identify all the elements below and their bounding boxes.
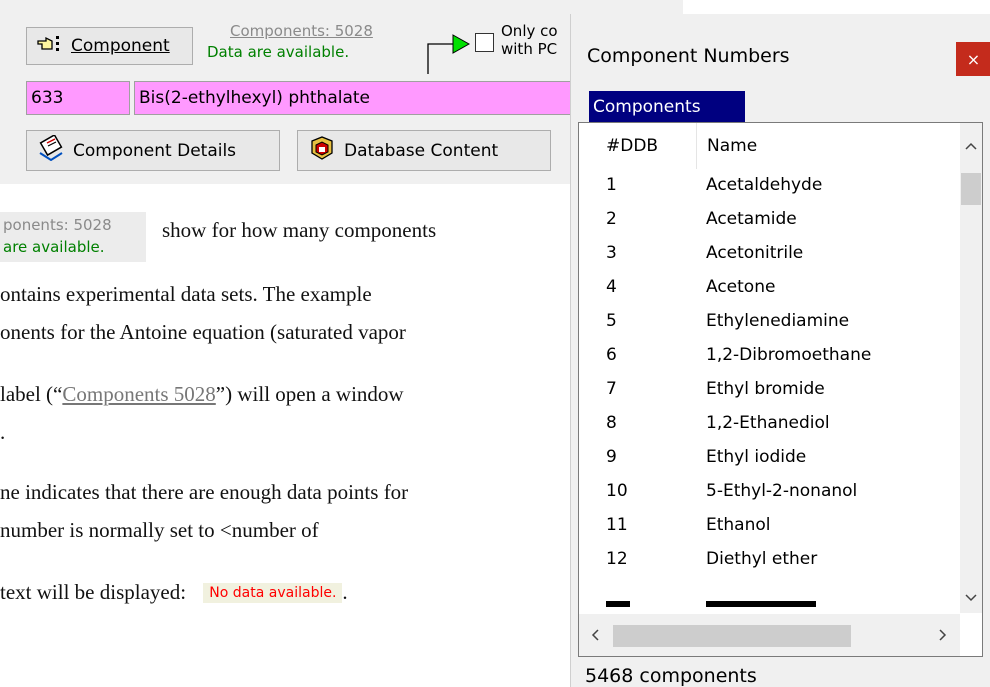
horizontal-scroll-thumb[interactable] xyxy=(613,625,851,647)
vertical-scroll-thumb[interactable] xyxy=(961,173,981,205)
doc-line-2: ontains experimental data sets. The exam… xyxy=(0,282,372,306)
component-name-field[interactable]: Bis(2-ethylhexyl) phthalate xyxy=(134,81,580,115)
details-icon xyxy=(37,133,65,166)
vertical-scrollbar[interactable] xyxy=(960,123,982,613)
close-button[interactable]: × xyxy=(956,42,990,76)
scroll-right-button[interactable] xyxy=(927,614,959,656)
list-item[interactable]: 5 Ethylenediamine xyxy=(579,305,955,339)
list-item[interactable]: 7 Ethyl bromide xyxy=(579,373,955,407)
column-header-ddb[interactable]: #DDB xyxy=(579,123,696,169)
only-pcp-checkbox[interactable] xyxy=(475,33,494,52)
doc-line-1: show for how many components xyxy=(162,218,437,242)
chevron-up-icon xyxy=(965,142,977,150)
scroll-left-button[interactable] xyxy=(579,614,611,656)
list-item[interactable]: 3 Acetonitrile xyxy=(579,237,955,271)
chevron-right-icon xyxy=(939,629,947,641)
horizontal-scrollbar[interactable] xyxy=(579,614,960,656)
components-link-text[interactable]: Components 5028 xyxy=(62,382,215,406)
doc-line-3: onents for the Antoine equation (saturat… xyxy=(0,320,406,344)
only-pcp-label: Only co with PC xyxy=(501,22,558,58)
column-header-name[interactable]: Name xyxy=(696,123,960,169)
list-item[interactable]: 4 Acetone xyxy=(579,271,955,305)
hand-pointer-icon xyxy=(37,35,63,58)
list-item[interactable]: 2 Acetamide xyxy=(579,203,955,237)
list-item[interactable]: 6 1,2-Dibromoethane xyxy=(579,339,955,373)
list-item[interactable]: 9 Ethyl iodide xyxy=(579,441,955,475)
list-item[interactable]: 10 5-Ethyl-2-nonanol xyxy=(579,475,955,509)
doc-line-4: label (“Components 5028”) will open a wi… xyxy=(0,382,404,406)
arrow-icon xyxy=(424,30,471,80)
doc-line-8: text will be displayed: No data availabl… xyxy=(0,580,348,604)
component-button[interactable]: Component xyxy=(26,27,193,65)
component-button-label: Component xyxy=(71,36,170,56)
ddb-number-field[interactable]: 633 xyxy=(26,81,130,115)
list-item[interactable]: 1 Acetaldehyde xyxy=(579,169,955,203)
component-details-button[interactable]: Component Details xyxy=(26,130,280,171)
scroll-down-button[interactable] xyxy=(960,583,982,613)
no-data-badge: No data available. xyxy=(203,583,343,603)
doc-line-5: . xyxy=(0,420,6,444)
component-numbers-window: Component Numbers × Components #DDB Name… xyxy=(570,14,990,687)
database-content-label: Database Content xyxy=(344,140,499,161)
chevron-down-icon xyxy=(965,594,977,602)
doc-line-6: ne indicates that there are enough data … xyxy=(0,480,409,504)
components-count-link[interactable]: Components: 5028 xyxy=(230,22,373,40)
close-icon: × xyxy=(966,49,981,69)
status-bar-count: 5468 components xyxy=(585,665,757,687)
components-list: #DDB Name 1 Acetaldehyde 2 Acetamide 3 Acet… xyxy=(578,122,983,657)
scroll-up-button[interactable] xyxy=(960,123,982,169)
window-title: Component Numbers xyxy=(587,45,790,67)
components-snippet-image: ponents: 5028 are available. xyxy=(0,212,146,262)
list-item[interactable]: 11 Ethanol xyxy=(579,509,955,543)
list-item[interactable]: 12 Diethyl ether xyxy=(579,543,955,577)
database-icon xyxy=(308,135,336,166)
list-item[interactable]: 8 1,2-Ethanediol xyxy=(579,407,955,441)
doc-line-7: number is normally set to <number of xyxy=(0,518,319,542)
component-details-label: Component Details xyxy=(73,140,237,161)
tab-components[interactable]: Components xyxy=(589,91,745,122)
database-content-button[interactable]: Database Content xyxy=(297,130,551,171)
list-item-partial[interactable] xyxy=(579,581,955,607)
data-available-label: Data are available. xyxy=(207,43,350,61)
chevron-left-icon xyxy=(591,629,599,641)
